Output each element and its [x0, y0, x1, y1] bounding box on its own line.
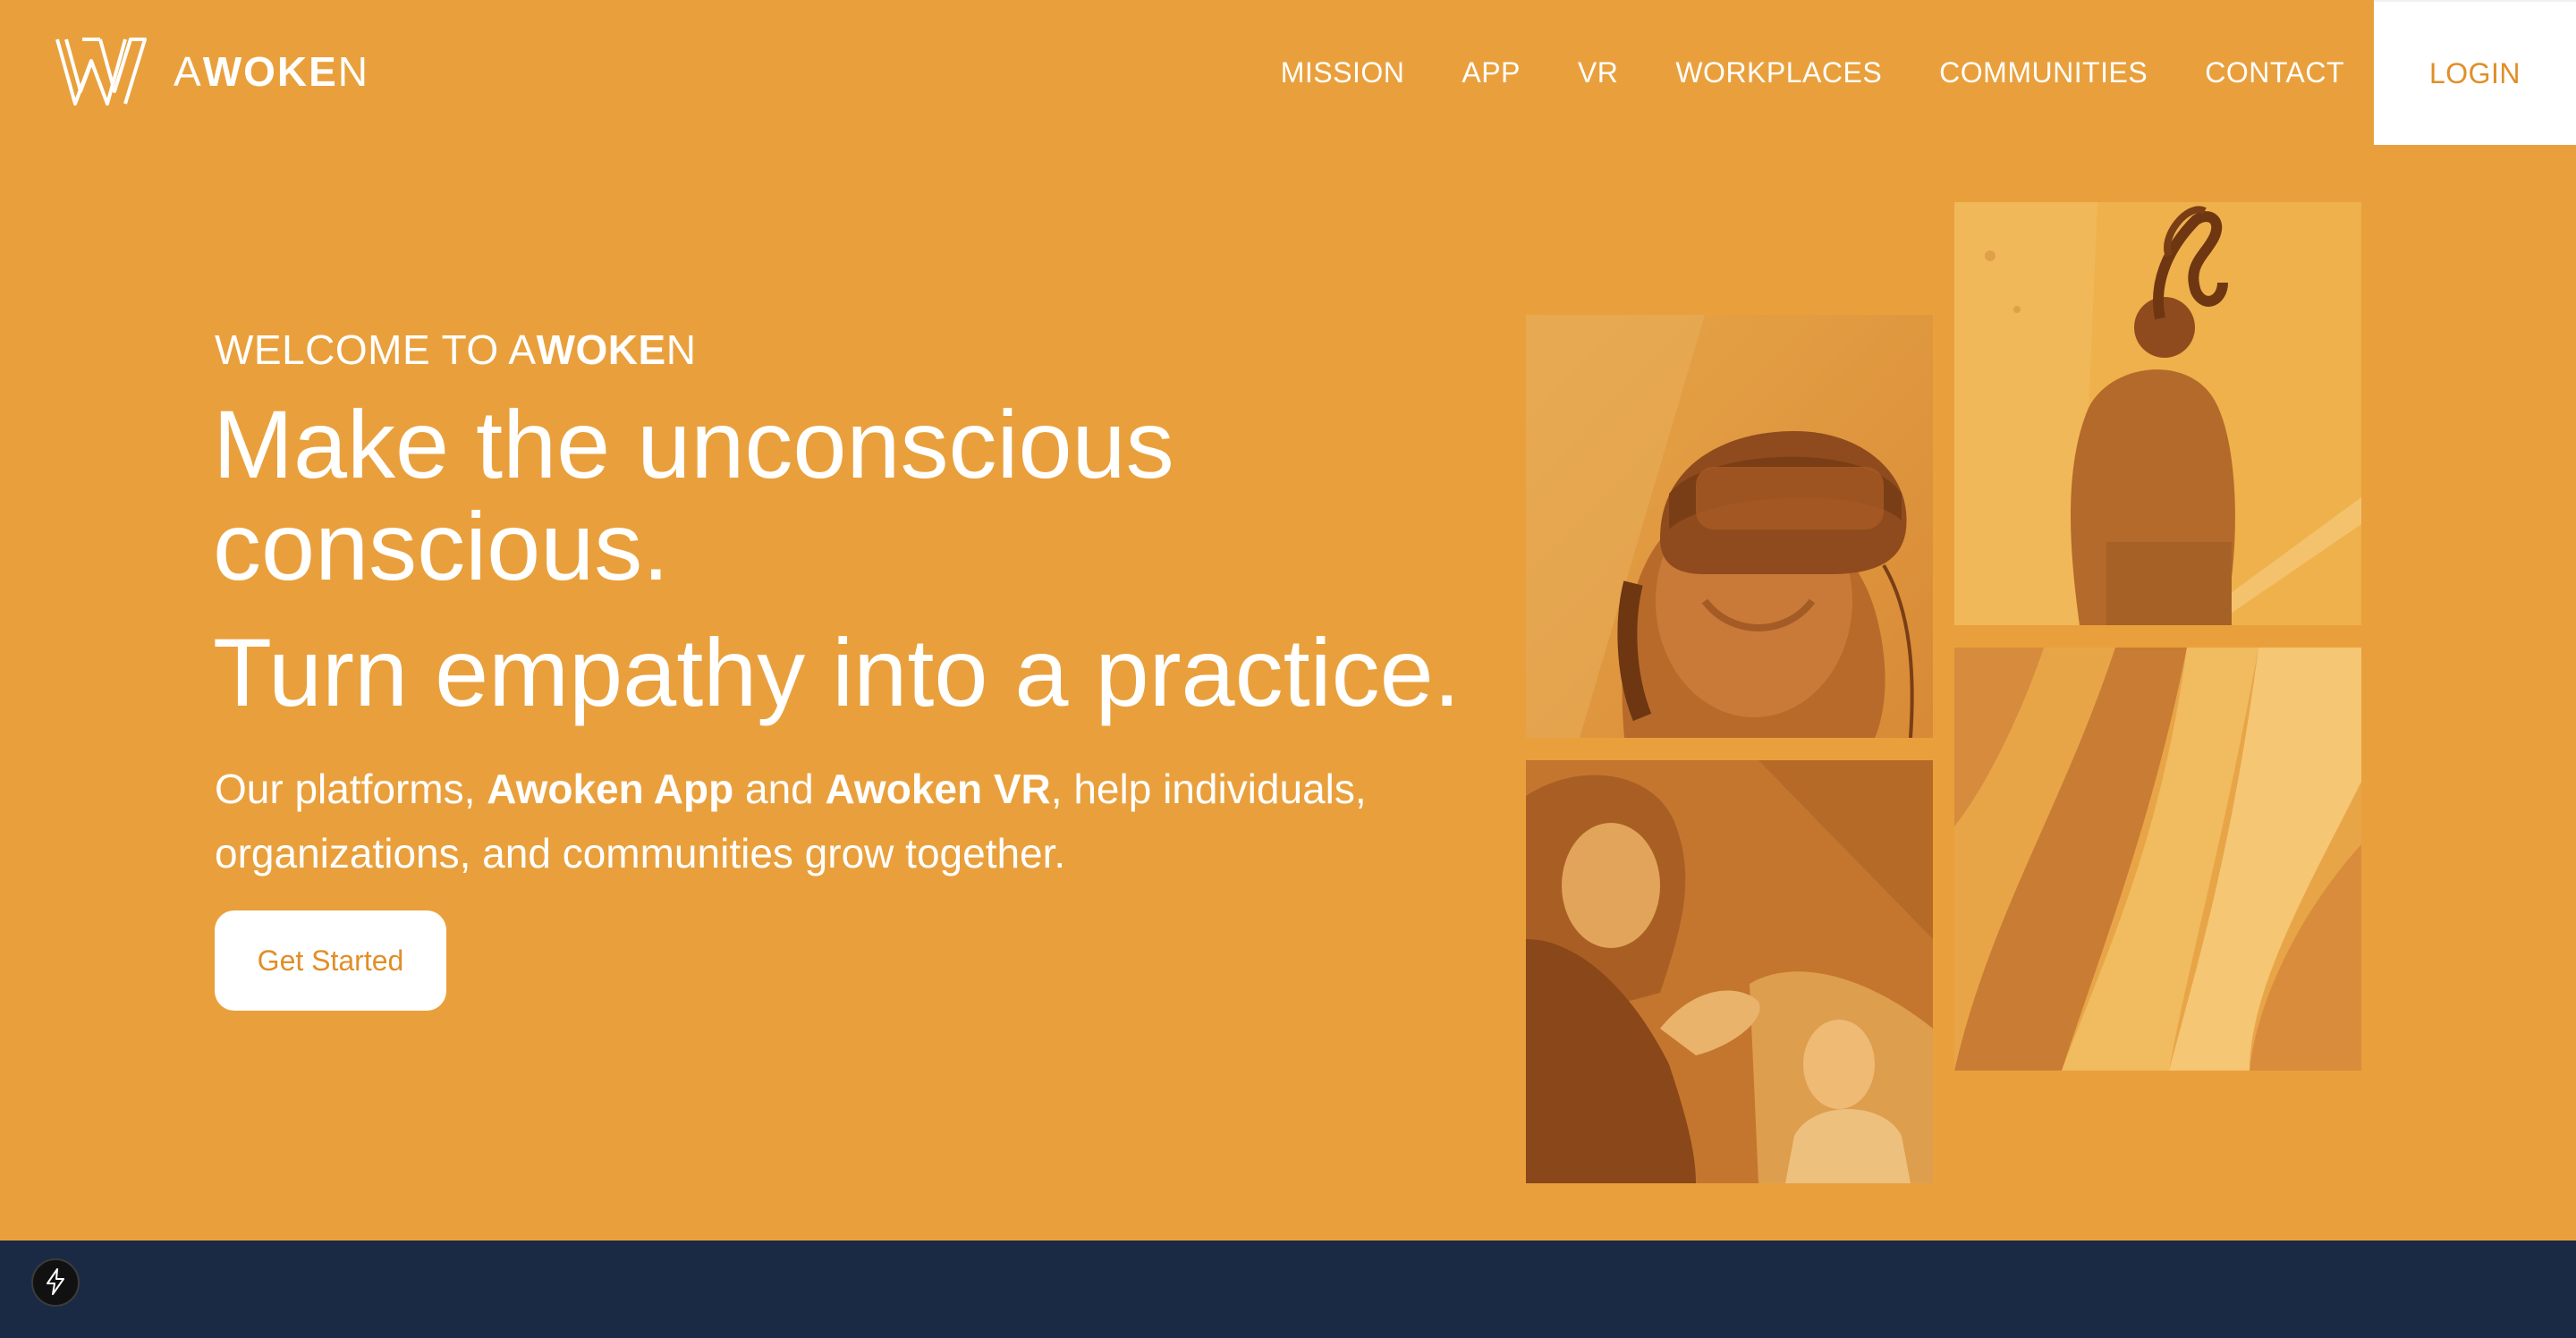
quick-action-button[interactable]: [31, 1258, 80, 1307]
smiling-woman-photo: [1526, 760, 1933, 1183]
nav-item-workplaces[interactable]: WORKPLACES: [1675, 56, 1882, 89]
awoken-vr-mention: Awoken VR: [825, 766, 1051, 812]
vr-headset-photo: [1526, 315, 1933, 738]
headline-line-2: conscious.: [213, 492, 670, 600]
landing-page: AWOKEN MISSION APP VR WORKPLACES COMMUNI…: [0, 0, 2576, 1338]
login-button[interactable]: LOGIN: [2374, 0, 2576, 145]
brand-name: AWOKEN: [174, 48, 370, 95]
fabric-drape-photo: [1954, 648, 2361, 1071]
nav-item-mission[interactable]: MISSION: [1281, 56, 1405, 89]
hero-subheadline: Turn empathy into a practice.: [213, 618, 1461, 726]
hero-description: Our platforms, Awoken App and Awoken VR,…: [215, 766, 1367, 876]
nav-item-communities[interactable]: COMMUNITIES: [1939, 56, 2148, 89]
next-section-strip: [0, 1241, 2576, 1338]
home-logo-link[interactable]: AWOKEN: [55, 36, 369, 107]
hero-headline: Make the unconscious conscious.: [213, 394, 1555, 597]
nav-item-contact[interactable]: CONTACT: [2205, 56, 2344, 89]
awoken-app-mention: Awoken App: [487, 766, 734, 812]
headline-line-1: Make the unconscious: [213, 390, 1174, 498]
awoken-logo-icon: [55, 36, 147, 107]
hero-eyebrow: WELCOME TO AWOKEN: [215, 326, 697, 373]
main-nav: MISSION APP VR WORKPLACES COMMUNITIES CO…: [1281, 0, 2576, 145]
get-started-button[interactable]: Get Started: [215, 910, 446, 1011]
nav-item-app[interactable]: APP: [1462, 56, 1521, 89]
sculpture-person-photo: [1954, 202, 2361, 625]
nav-item-vr[interactable]: VR: [1578, 56, 1618, 89]
lightning-bolt-icon: [44, 1267, 67, 1298]
